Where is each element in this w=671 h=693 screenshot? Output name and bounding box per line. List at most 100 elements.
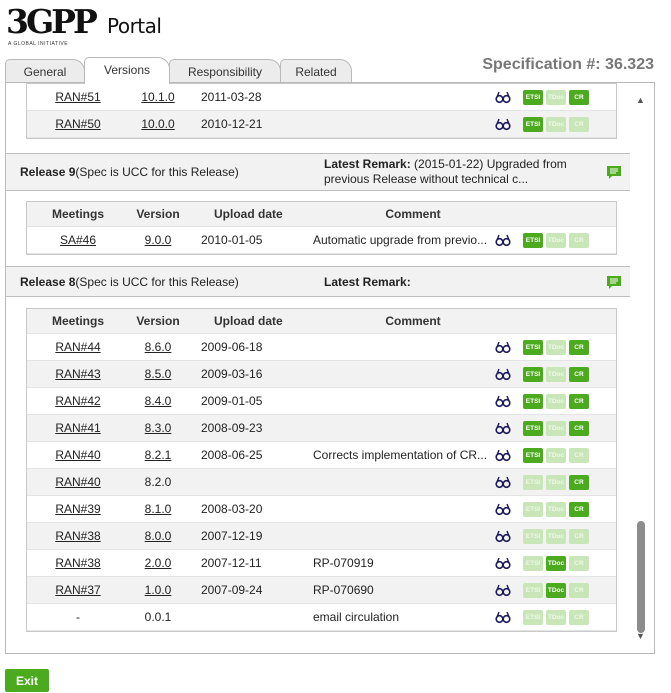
glasses-icon[interactable] bbox=[495, 449, 511, 462]
version-link[interactable]: 9.0.0 bbox=[145, 233, 172, 247]
meeting-link[interactable]: RAN#37 bbox=[55, 583, 100, 597]
scrollbar-thumb[interactable] bbox=[637, 521, 645, 633]
versions-scroll-area[interactable]: RAN#51 10.1.0 2011-03-28 ETSI TDoc CR RAN#50 10… bbox=[6, 83, 630, 653]
glasses-icon[interactable] bbox=[495, 584, 511, 597]
cr-badge[interactable]: CR bbox=[569, 340, 589, 355]
etsi-badge[interactable]: ETSI bbox=[523, 367, 543, 382]
version-link[interactable]: 8.3.0 bbox=[145, 421, 172, 435]
meeting-cell: - bbox=[33, 604, 123, 631]
upload-date-cell bbox=[201, 604, 297, 631]
glasses-icon[interactable] bbox=[495, 611, 511, 624]
comment-cell: RP-070919 bbox=[313, 556, 374, 570]
table-row: RAN#38 2.0.0 2007-12-11 RP-070919 ETSI TDoc CR bbox=[27, 550, 616, 577]
glasses-icon[interactable] bbox=[495, 476, 511, 489]
meeting-link[interactable]: RAN#44 bbox=[55, 340, 100, 354]
meeting-link[interactable]: RAN#43 bbox=[55, 367, 100, 381]
tdoc-badge[interactable]: TDoc bbox=[546, 556, 566, 571]
meeting-text: - bbox=[76, 610, 80, 624]
glasses-icon[interactable] bbox=[495, 118, 511, 131]
tab-versions[interactable]: Versions bbox=[84, 57, 170, 84]
comment-cell bbox=[313, 111, 489, 138]
etsi-badge[interactable]: ETSI bbox=[523, 448, 543, 463]
version-link[interactable]: 8.4.0 bbox=[145, 394, 172, 408]
etsi-badge[interactable]: ETSI bbox=[523, 233, 543, 248]
cr-badge[interactable]: CR bbox=[569, 502, 589, 517]
version-cell: 8.1.0 bbox=[127, 496, 189, 523]
meeting-link[interactable]: RAN#41 bbox=[55, 421, 100, 435]
version-cell: 8.3.0 bbox=[127, 415, 189, 442]
tdoc-badge: TDoc bbox=[546, 340, 566, 355]
meeting-link[interactable]: RAN#38 bbox=[55, 556, 100, 570]
cr-badge[interactable]: CR bbox=[569, 394, 589, 409]
meeting-link[interactable]: RAN#40 bbox=[55, 475, 100, 489]
meeting-link[interactable]: RAN#42 bbox=[55, 394, 100, 408]
glasses-icon[interactable] bbox=[495, 341, 511, 354]
tab-general[interactable]: General bbox=[5, 59, 85, 84]
version-link[interactable]: 8.1.0 bbox=[145, 502, 172, 516]
cr-badge[interactable]: CR bbox=[569, 421, 589, 436]
3gpp-logo-mark: 3GPP bbox=[6, 2, 98, 41]
cr-badge[interactable]: CR bbox=[569, 475, 589, 490]
meeting-cell: RAN#40 bbox=[33, 442, 123, 469]
version-link[interactable]: 10.0.0 bbox=[141, 117, 174, 131]
etsi-badge[interactable]: ETSI bbox=[523, 90, 543, 105]
meeting-link[interactable]: RAN#51 bbox=[55, 90, 100, 104]
version-link[interactable]: 2.0.0 bbox=[145, 556, 172, 570]
version-link[interactable]: 8.5.0 bbox=[145, 367, 172, 381]
etsi-badge[interactable]: ETSI bbox=[523, 394, 543, 409]
remark-comment-icon[interactable] bbox=[606, 275, 622, 290]
remark-comment-icon[interactable] bbox=[606, 165, 622, 180]
glasses-icon[interactable] bbox=[495, 234, 511, 247]
meeting-link[interactable]: SA#46 bbox=[60, 233, 96, 247]
etsi-badge[interactable]: ETSI bbox=[523, 421, 543, 436]
release8-title: Release 8(Spec is UCC for this Release) bbox=[20, 275, 239, 289]
version-link[interactable]: 8.2.1 bbox=[145, 448, 172, 462]
version-cell: 2.0.0 bbox=[127, 550, 189, 577]
release10-table: RAN#51 10.1.0 2011-03-28 ETSI TDoc CR RAN#50 10… bbox=[26, 83, 617, 139]
glasses-icon[interactable] bbox=[495, 530, 511, 543]
tab-related[interactable]: Related bbox=[280, 59, 352, 84]
comment-cell: email circulation bbox=[313, 610, 400, 624]
version-link[interactable]: 8.6.0 bbox=[145, 340, 172, 354]
upload-date-cell: 2009-03-16 bbox=[201, 367, 263, 381]
tdoc-badge: TDoc bbox=[546, 394, 566, 409]
scroll-up-arrow-icon[interactable]: ▲ bbox=[636, 95, 645, 105]
exit-button[interactable]: Exit bbox=[5, 669, 49, 692]
meeting-link[interactable]: RAN#40 bbox=[55, 448, 100, 462]
page-header: 3GPP A GLOBAL INITIATIVE Portal bbox=[0, 0, 671, 60]
upload-date-cell: 2007-12-11 bbox=[201, 556, 262, 570]
column-header-version: Version bbox=[136, 314, 180, 328]
version-cell: 8.2.0 bbox=[127, 469, 189, 496]
meeting-link[interactable]: RAN#39 bbox=[55, 502, 100, 516]
meeting-link[interactable]: RAN#38 bbox=[55, 529, 100, 543]
comment-cell bbox=[313, 496, 489, 523]
glasses-icon[interactable] bbox=[495, 503, 511, 516]
version-link[interactable]: 1.0.0 bbox=[145, 583, 172, 597]
column-header-upload-date: Upload date bbox=[214, 207, 283, 221]
cr-badge[interactable]: CR bbox=[569, 367, 589, 382]
cr-badge[interactable]: CR bbox=[569, 90, 589, 105]
upload-date-cell: 2009-01-05 bbox=[201, 394, 263, 408]
upload-date-cell: 2011-03-28 bbox=[201, 90, 262, 104]
table-row: RAN#38 8.0.0 2007-12-19 ETSI TDoc CR bbox=[27, 523, 616, 550]
column-header-meetings: Meetings bbox=[51, 314, 104, 328]
tdoc-badge[interactable]: TDoc bbox=[546, 583, 566, 598]
glasses-icon[interactable] bbox=[495, 422, 511, 435]
vertical-scrollbar[interactable]: ▲ ▼ bbox=[634, 93, 648, 645]
glasses-icon[interactable] bbox=[495, 368, 511, 381]
tab-responsibility[interactable]: Responsibility bbox=[169, 59, 281, 84]
scroll-down-arrow-icon[interactable]: ▼ bbox=[636, 631, 645, 641]
cr-badge: CR bbox=[569, 583, 589, 598]
etsi-badge[interactable]: ETSI bbox=[523, 340, 543, 355]
meeting-cell: RAN#38 bbox=[33, 550, 123, 577]
glasses-icon[interactable] bbox=[495, 557, 511, 570]
column-header-comment: Comment bbox=[385, 207, 441, 221]
version-link[interactable]: 8.0.0 bbox=[145, 529, 172, 543]
glasses-icon[interactable] bbox=[495, 395, 511, 408]
etsi-badge[interactable]: ETSI bbox=[523, 117, 543, 132]
comment-cell: RP-070690 bbox=[313, 583, 374, 597]
glasses-icon[interactable] bbox=[495, 91, 511, 104]
version-link[interactable]: 10.1.0 bbox=[141, 90, 174, 104]
comment-cell: Corrects implementation of CR... bbox=[313, 448, 488, 462]
meeting-link[interactable]: RAN#50 bbox=[55, 117, 100, 131]
